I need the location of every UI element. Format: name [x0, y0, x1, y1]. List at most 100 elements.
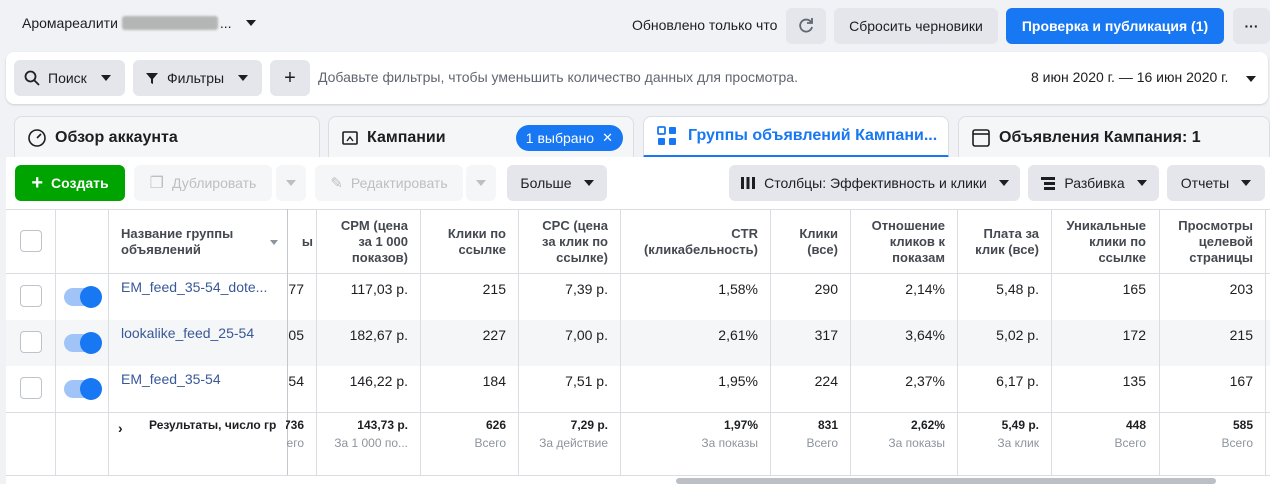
cell-partial: 77	[288, 281, 304, 297]
row-checkbox[interactable]	[20, 331, 42, 353]
cell-partial: 05	[288, 327, 304, 343]
breakdown-label: Разбивка	[1064, 175, 1125, 191]
row-checkbox[interactable]	[20, 285, 42, 307]
filters-button[interactable]: Фильтры	[133, 60, 262, 96]
columns-button[interactable]: Столбцы: Эффективность и клики	[729, 165, 1020, 201]
edit-button[interactable]: ✎ Редактировать	[315, 165, 463, 201]
close-icon[interactable]: ✕	[602, 130, 613, 146]
more-options-button[interactable]: ···	[1233, 8, 1270, 44]
horizontal-scrollbar[interactable]	[676, 478, 1216, 484]
total-click-ratio: 2,62%	[910, 418, 945, 432]
total-unique-clicks: 448	[1125, 418, 1146, 432]
cell-ctr: 2,61%	[718, 327, 758, 343]
total-clicks-all: 831	[817, 418, 838, 432]
folder-icon	[342, 130, 358, 145]
grid-icon	[657, 126, 676, 145]
total-cpc-all-sub: За клик	[997, 436, 1039, 450]
filter-icon	[146, 73, 158, 84]
total-clicks-all-sub: Всего	[806, 436, 838, 450]
cell-clicks-all: 317	[814, 327, 838, 343]
ad-group-name-link[interactable]: lookalike_feed_25-54	[121, 325, 276, 341]
column-header-ctr[interactable]: CTR (кликабельность)	[630, 226, 758, 258]
create-button[interactable]: + Создать	[15, 165, 125, 201]
columns-icon	[741, 177, 756, 189]
cell-landing-views: 215	[1229, 327, 1253, 343]
total-cpm-sub: За 1 000 по...	[334, 436, 408, 450]
search-label: Поиск	[48, 70, 87, 86]
search-button[interactable]: Поиск	[14, 60, 125, 96]
reports-button[interactable]: Отчеты	[1167, 165, 1265, 201]
cell-link-clicks: 227	[482, 327, 506, 343]
cell-partial: 54	[288, 373, 304, 389]
refresh-button[interactable]	[786, 8, 826, 44]
ad-icon	[972, 128, 990, 147]
sort-icon[interactable]	[270, 240, 278, 245]
filter-hint: Добавьте фильтры, чтобы уменьшить количе…	[318, 69, 798, 85]
total-cpc-all: 5,49 р.	[1001, 418, 1039, 432]
date-range-picker[interactable]: 8 июн 2020 г. — 16 июн 2020 г.	[1031, 69, 1257, 85]
chevron-right-icon[interactable]: ›	[118, 420, 123, 436]
row-checkbox[interactable]	[20, 377, 42, 399]
columns-label: Столбцы: Эффективность и клики	[764, 175, 987, 191]
duplicate-icon: ❐	[149, 175, 164, 192]
status-toggle[interactable]	[64, 332, 102, 354]
breakdown-button[interactable]: Разбивка	[1028, 165, 1159, 201]
column-header-cpc-all[interactable]: Плата за клик (все)	[967, 226, 1039, 258]
select-all-checkbox[interactable]	[20, 230, 42, 252]
cell-cpm: 117,03 р.	[350, 281, 408, 297]
total-ctr-sub: За показы	[701, 436, 758, 450]
tab-label: Объявления Кампания: 1	[999, 128, 1201, 146]
cell-cpc-all: 5,48 р.	[996, 281, 1039, 297]
cell-click-ratio: 2,37%	[905, 373, 945, 389]
tab-account-overview[interactable]: Обзор аккаунта	[14, 116, 320, 158]
column-header-click-ratio[interactable]: Отношение кликов к показам	[860, 218, 945, 266]
cell-click-ratio: 3,64%	[905, 327, 945, 343]
tab-campaigns[interactable]: Кампании 1 выбрано ✕	[328, 116, 634, 158]
duplicate-button[interactable]: ❐ Дублировать	[134, 165, 272, 201]
create-label: Создать	[51, 175, 109, 191]
status-toggle[interactable]	[64, 286, 102, 308]
refresh-icon	[799, 18, 813, 33]
ad-group-name-link[interactable]: EM_feed_35-54	[121, 371, 276, 387]
duplicate-dropdown[interactable]	[276, 165, 306, 201]
column-header-link-clicks[interactable]: Клики по ссылке	[430, 226, 506, 258]
cell-cpc: 7,39 р.	[565, 281, 608, 297]
column-header-partial: ы	[301, 234, 313, 249]
edit-dropdown[interactable]	[466, 165, 496, 201]
status-toggle[interactable]	[64, 378, 102, 400]
total-partial: 736	[286, 418, 304, 432]
add-filter-button[interactable]: +	[270, 60, 310, 96]
account-selector[interactable]: Аромареалити ...	[22, 15, 256, 31]
tab-ad-groups[interactable]: Группы объявлений Кампани...	[643, 116, 949, 158]
account-id-redacted	[121, 16, 218, 30]
tab-label: Группы объявлений Кампани...	[688, 127, 938, 144]
cell-clicks-all: 224	[814, 373, 838, 389]
column-header-unique-clicks[interactable]: Уникальные клики по ссылке	[1058, 218, 1146, 266]
total-cpc-sub: За действие	[539, 436, 608, 450]
more-button[interactable]: Больше	[507, 165, 607, 201]
column-header-cpc[interactable]: CPC (цена за клик по ссылке)	[528, 218, 608, 266]
column-header-cpm[interactable]: CPM (цена за 1 000 показов)	[326, 218, 408, 266]
column-header-name[interactable]: Название группы объявлений	[121, 226, 261, 258]
totals-label: Результаты, число гр	[149, 418, 277, 432]
column-header-clicks-all[interactable]: Клики (все)	[780, 226, 838, 258]
edit-label: Редактировать	[350, 175, 448, 191]
selected-badge[interactable]: 1 выбрано ✕	[515, 124, 623, 151]
chevron-down-icon	[1241, 180, 1252, 186]
cell-click-ratio: 2,14%	[905, 281, 945, 297]
review-publish-button[interactable]: Проверка и публикация (1)	[1006, 8, 1224, 44]
chevron-down-icon	[1136, 180, 1147, 186]
ad-group-name-link[interactable]: EM_feed_35-54_dote...	[121, 279, 276, 295]
cell-landing-views: 203	[1229, 281, 1253, 297]
reset-drafts-button[interactable]: Сбросить черновики	[834, 8, 998, 44]
column-header-landing-views[interactable]: Просмотры целевой страницы	[1166, 218, 1253, 266]
cell-landing-views: 167	[1229, 373, 1253, 389]
total-landing-views: 585	[1232, 418, 1253, 432]
cell-clicks-all: 290	[814, 281, 838, 297]
total-partial-sub: Всего	[286, 436, 304, 450]
cell-ctr: 1,58%	[718, 281, 758, 297]
tab-ads[interactable]: Объявления Кампания: 1	[958, 116, 1270, 158]
chevron-down-icon	[245, 20, 256, 26]
total-landing-views-sub: Всего	[1221, 436, 1253, 450]
updated-status: Обновлено только что	[632, 17, 778, 33]
